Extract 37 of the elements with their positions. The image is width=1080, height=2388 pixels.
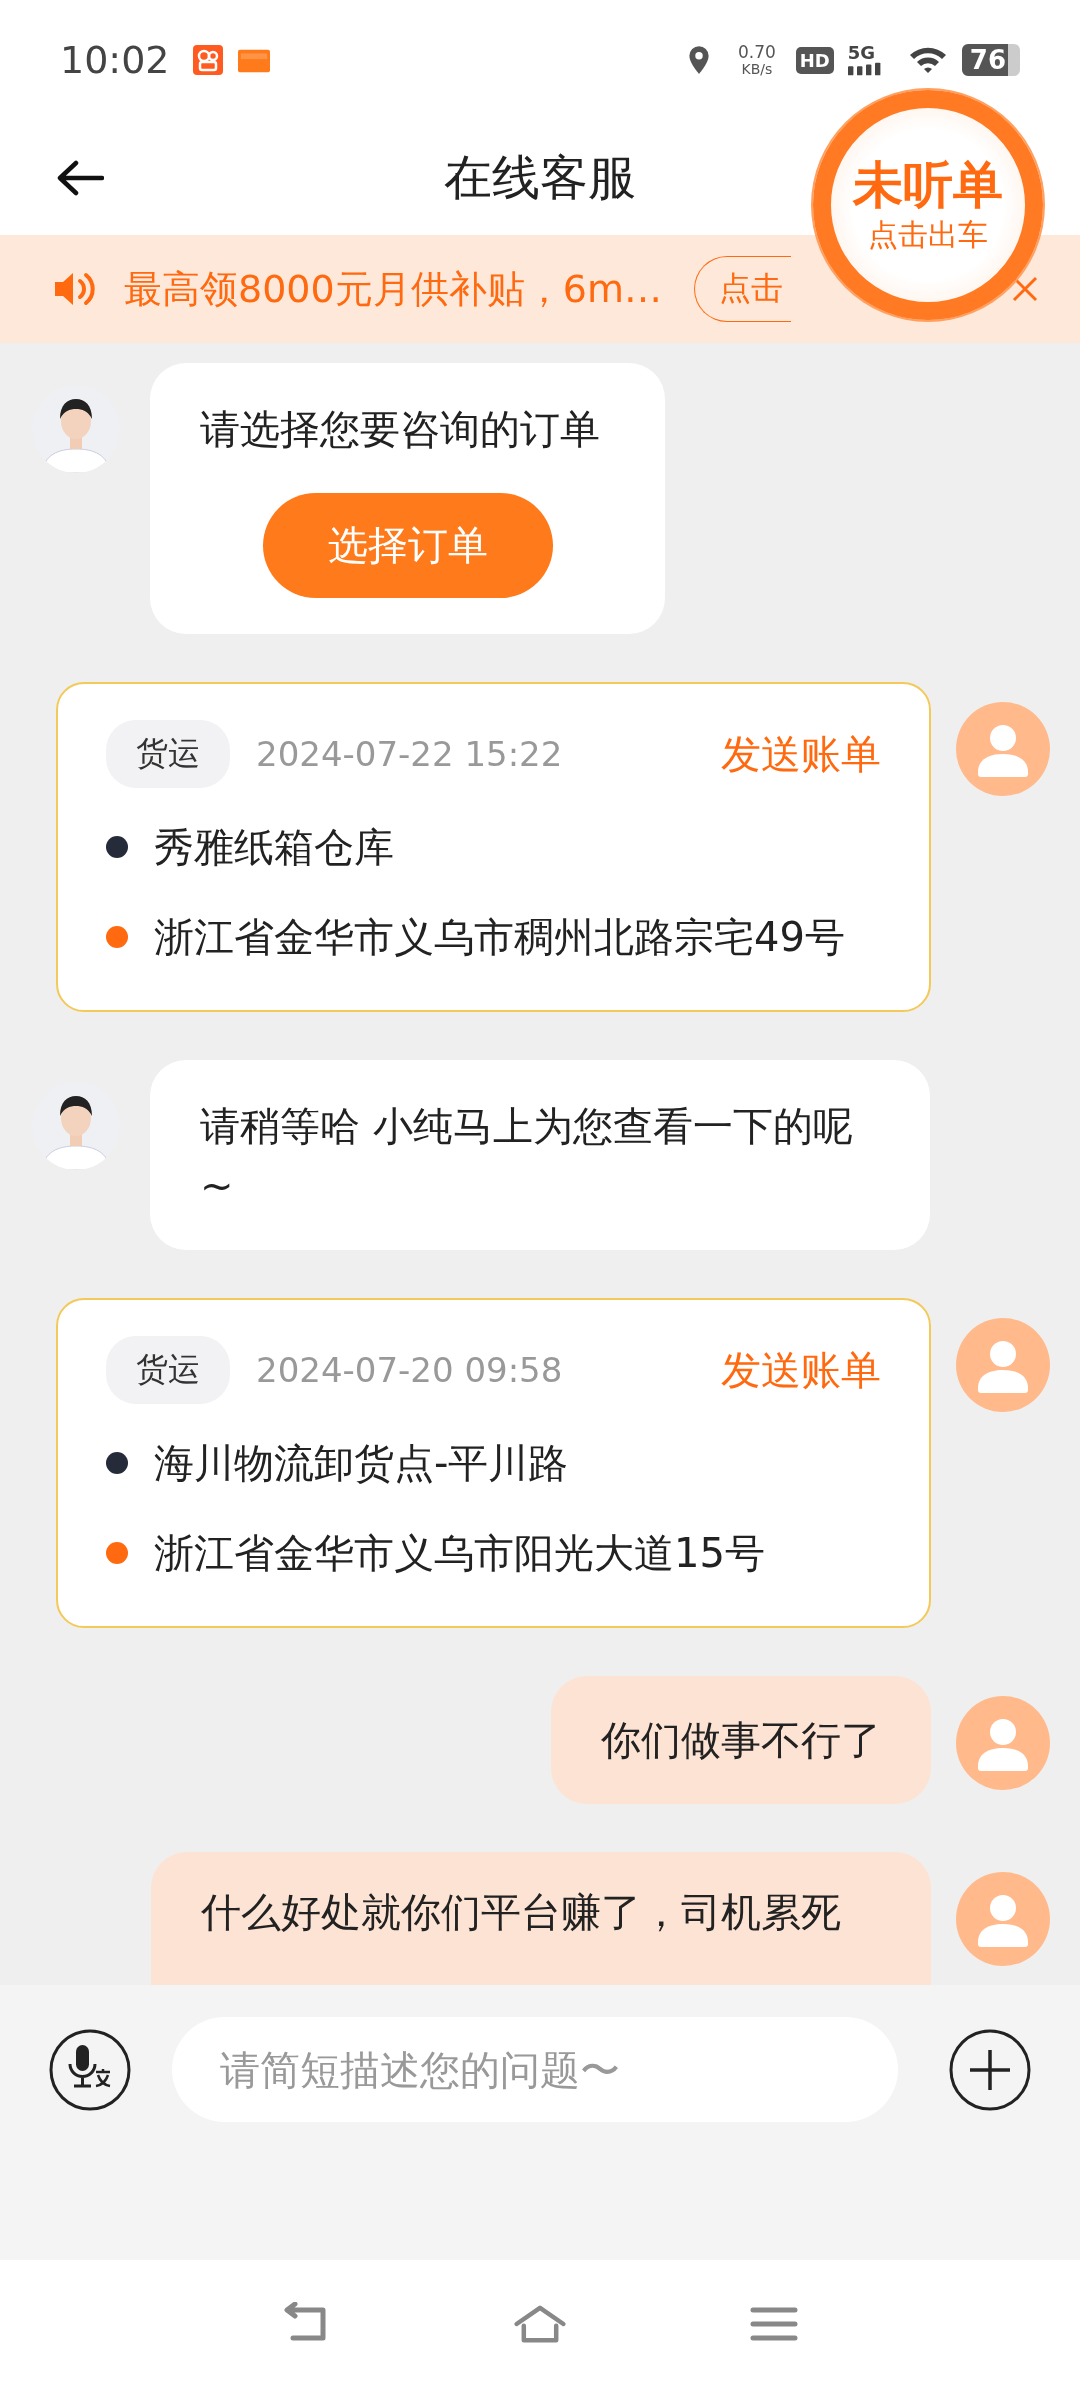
badge-subtitle: 点击出车 [868, 215, 988, 254]
user-avatar-icon [956, 1318, 1050, 1412]
voice-input-icon[interactable] [48, 2027, 132, 2112]
user-avatar-icon [956, 1872, 1050, 1966]
order-card[interactable]: 货运 2024-07-22 15:22 发送账单 秀雅纸箱仓库 浙江省金华市义乌市稠州北路宗宅49号 [56, 682, 931, 1012]
message-input[interactable]: 请简短描述您的问题〜 [172, 2017, 898, 2122]
message-text: 请选择您要咨询的订单 [200, 405, 600, 454]
badge-title: 未听单 [853, 154, 1003, 215]
order-time: 2024-07-20 09:58 [256, 1350, 564, 1390]
order-card[interactable]: 货运 2024-07-20 09:58 发送账单 海川物流卸货点-平川路 浙江省金华市义乌市阳光大道15号 [56, 1298, 931, 1628]
message-text: 什么好处就你们平台赚了，司机累死 [201, 1889, 841, 1935]
order-time: 2024-07-22 15:22 [256, 734, 564, 774]
app-icon [191, 45, 224, 75]
message-text: 你们做事不行了 [601, 1717, 881, 1763]
stop-address: 秀雅纸箱仓库 [154, 822, 394, 872]
user-avatar-icon [956, 702, 1050, 796]
back-icon[interactable] [56, 159, 104, 196]
hd-badge: HD [795, 46, 834, 74]
battery-indicator: 76 [961, 44, 1020, 76]
order-tag: 货运 [106, 1336, 230, 1404]
order-tag: 货运 [106, 720, 230, 788]
send-bill-link[interactable]: 发送账单 [721, 726, 881, 782]
page-title: 在线客服 [444, 147, 636, 207]
add-icon[interactable] [948, 2027, 1032, 2112]
stop-address: 海川物流卸货点-平川路 [154, 1438, 569, 1488]
status-time: 10:02 [60, 38, 170, 82]
speed-unit: KB/s [741, 61, 773, 77]
stop-address: 浙江省金华市义乌市稠州北路宗宅49号 [154, 912, 845, 962]
send-bill-link[interactable]: 发送账单 [721, 1342, 881, 1398]
close-icon[interactable] [1010, 274, 1040, 304]
network-speed: 0.70 [737, 43, 776, 62]
network-type: 5G [847, 44, 876, 62]
select-order-button[interactable]: 选择订单 [262, 493, 553, 598]
message-text: 请稍等哈 小纯马上为您查看一下的呢~ [200, 1103, 853, 1209]
banner-text: 最高领8000元月供补贴，6m… [124, 265, 662, 313]
user-avatar-icon [956, 1696, 1050, 1790]
stop-address: 浙江省金华市义乌市阳光大道15号 [154, 1528, 765, 1578]
